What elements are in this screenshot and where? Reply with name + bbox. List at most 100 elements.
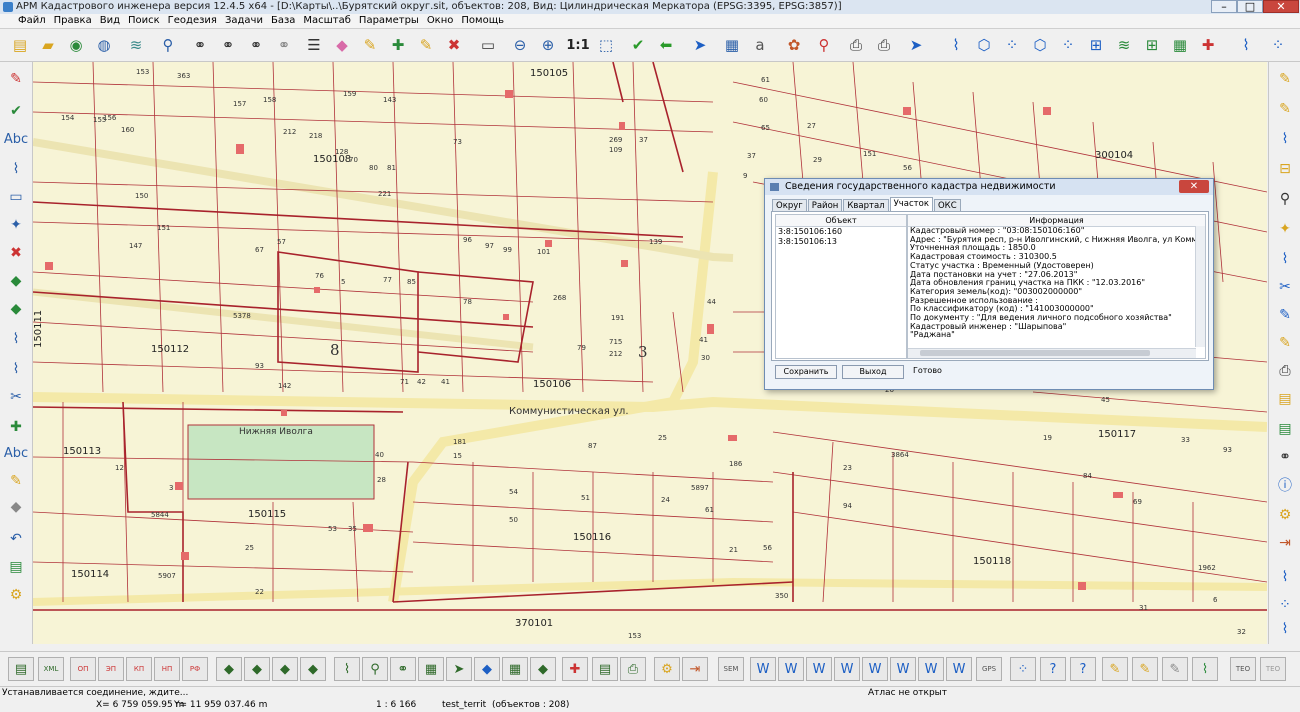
cursor-icon[interactable]: ➤: [688, 33, 712, 57]
route-icon[interactable]: ⌇: [334, 657, 360, 681]
export-icon[interactable]: ▤: [1273, 388, 1297, 410]
chart-area-icon[interactable]: ⌇: [1273, 618, 1297, 640]
find-object-icon[interactable]: ⚭: [244, 33, 268, 57]
w-tool-icon[interactable]: W: [750, 657, 776, 681]
settings-icon[interactable]: ⚙: [1273, 504, 1297, 526]
menu-geodesy[interactable]: Геодезия: [164, 14, 221, 28]
info-vertical-scrollbar[interactable]: [1195, 226, 1205, 347]
sem-button[interactable]: SEM: [718, 657, 744, 681]
palette-icon[interactable]: ✿: [782, 33, 806, 57]
data-query-icon[interactable]: ⊞: [1140, 33, 1164, 57]
rectangle-tool-icon[interactable]: ▭: [4, 186, 28, 208]
menu-view[interactable]: Вид: [96, 14, 124, 28]
diamond-map-icon[interactable]: ◆: [216, 657, 242, 681]
teo-button[interactable]: TEO: [1230, 657, 1256, 681]
ruler-icon[interactable]: ✎: [4, 470, 28, 492]
door-exit-icon[interactable]: ⇥: [682, 657, 708, 681]
zoom-in-icon[interactable]: ⊕: [536, 33, 560, 57]
angle-tool-icon[interactable]: ✦: [1273, 218, 1297, 240]
help-query-icon[interactable]: ?: [1040, 657, 1066, 681]
join-tool-icon[interactable]: ⌇: [4, 358, 28, 380]
measure-icon[interactable]: ⊞: [1084, 33, 1108, 57]
dialog-close-button[interactable]: ✕: [1179, 180, 1209, 193]
sem-pen-icon[interactable]: ✎: [1162, 657, 1188, 681]
eraser-tool-icon[interactable]: ◆: [4, 496, 28, 518]
menu-parameters[interactable]: Параметры: [355, 14, 423, 28]
diamond-xml-icon[interactable]: ◆: [244, 657, 270, 681]
scanner-icon[interactable]: ⎙: [620, 657, 646, 681]
ep-layer-button[interactable]: ЭП: [98, 657, 124, 681]
delete-object-icon[interactable]: ✖: [442, 33, 466, 57]
edit-object-icon[interactable]: ✎: [414, 33, 438, 57]
location-pin-icon[interactable]: ⚲: [812, 33, 836, 57]
gps-button[interactable]: GPS: [976, 657, 1002, 681]
save-button[interactable]: Сохранить: [775, 365, 837, 379]
measure-line-icon[interactable]: ⌇: [1273, 128, 1297, 150]
new-map-icon[interactable]: ▤: [8, 33, 32, 57]
grid-network-icon[interactable]: ⁘: [1010, 657, 1036, 681]
zoom-extent-icon[interactable]: ⬚: [594, 33, 618, 57]
diamond-doc-icon[interactable]: ◆: [530, 657, 556, 681]
text-tool-icon[interactable]: a: [748, 33, 772, 57]
draw-line-icon[interactable]: ✎: [4, 68, 28, 90]
tree-xml-icon[interactable]: ⚲: [362, 657, 388, 681]
info-table-icon[interactable]: ▦: [1168, 33, 1192, 57]
eraser-icon[interactable]: ◆: [330, 33, 354, 57]
layer-text-icon[interactable]: ✎: [1273, 98, 1297, 120]
arrow-xml-icon[interactable]: ➤: [446, 657, 472, 681]
dialog-title-bar[interactable]: Сведения государственного кадастра недви…: [765, 179, 1213, 195]
open-folder-icon[interactable]: ▰: [36, 33, 60, 57]
op-layer-button[interactable]: ОП: [70, 657, 96, 681]
move-tool-icon[interactable]: ◆: [4, 270, 28, 292]
window-icon[interactable]: ▭: [476, 33, 500, 57]
grid-xml-icon[interactable]: ▦: [502, 657, 528, 681]
star-tool-icon[interactable]: ✦: [4, 214, 28, 236]
table-icon[interactable]: ▦: [720, 33, 744, 57]
layer-manager-icon[interactable]: ▤: [8, 657, 34, 681]
find-text-icon[interactable]: ⚭: [216, 33, 240, 57]
print-icon[interactable]: ⎙: [844, 33, 868, 57]
undo-icon[interactable]: ↶: [4, 528, 28, 550]
profile-chart-icon[interactable]: ⌇: [1192, 657, 1218, 681]
xml-doc-icon[interactable]: ▤: [592, 657, 618, 681]
back-arrow-icon[interactable]: ⬅: [654, 33, 678, 57]
maximize-button[interactable]: □: [1237, 0, 1263, 13]
scroll-thumb[interactable]: [920, 350, 1150, 356]
menu-scale[interactable]: Масштаб: [299, 14, 355, 28]
help-cursor-icon[interactable]: ➤: [904, 33, 928, 57]
w-line-icon[interactable]: W: [834, 657, 860, 681]
settings-gear-icon[interactable]: ⚙: [4, 584, 28, 606]
label-abc-icon[interactable]: ✎: [1273, 304, 1297, 326]
xml-export-icon[interactable]: ▤: [1273, 418, 1297, 440]
menu-search[interactable]: Поиск: [124, 14, 164, 28]
menu-tasks[interactable]: Задачи: [221, 14, 267, 28]
vertex-edit-icon[interactable]: ⬡: [1028, 33, 1052, 57]
find-next-icon[interactable]: ⚭: [272, 33, 296, 57]
diamond-check-icon[interactable]: ◆: [300, 657, 326, 681]
print-preview-icon[interactable]: ⎙: [872, 33, 896, 57]
add-object-icon[interactable]: ✚: [386, 33, 410, 57]
binoculars-icon[interactable]: ⚭: [188, 33, 212, 57]
info-icon[interactable]: ⓘ: [1273, 474, 1297, 496]
compass-icon[interactable]: ⚲: [1273, 188, 1297, 210]
split-tool-icon[interactable]: ⌇: [4, 328, 28, 350]
polyline-tool-icon[interactable]: ⌇: [4, 158, 28, 180]
w-arrow-icon[interactable]: W: [862, 657, 888, 681]
coordinates-icon[interactable]: ⌇: [1234, 33, 1258, 57]
close-button[interactable]: ✕: [1263, 0, 1299, 13]
tab-parcel[interactable]: Участок: [889, 197, 933, 212]
network-icon[interactable]: ⚭: [390, 657, 416, 681]
doc-add-icon[interactable]: ✚: [562, 657, 588, 681]
check-icon[interactable]: ✔: [626, 33, 650, 57]
w-edit-icon[interactable]: W: [778, 657, 804, 681]
open-web-icon[interactable]: ◉: [64, 33, 88, 57]
menu-help[interactable]: Помощь: [457, 14, 508, 28]
rf-layer-button[interactable]: РФ: [182, 657, 208, 681]
pen-icon[interactable]: ✎: [358, 33, 382, 57]
teo-disabled-button[interactable]: TEO: [1260, 657, 1286, 681]
w-point-icon[interactable]: W: [890, 657, 916, 681]
filter-icon[interactable]: ⚲: [156, 33, 180, 57]
exit-door-icon[interactable]: ⇥: [1273, 532, 1297, 554]
coordinates-list-icon[interactable]: ⁘: [1266, 33, 1290, 57]
scan-icon[interactable]: ▦: [418, 657, 444, 681]
